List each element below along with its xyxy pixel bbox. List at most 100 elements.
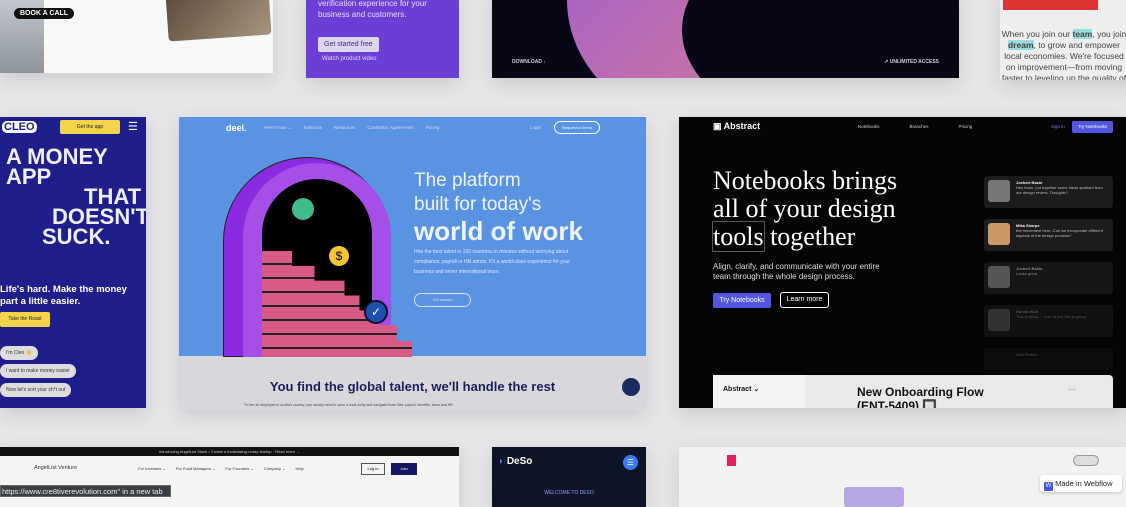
book-call-button[interactable]: BOOK A CALL — [14, 8, 75, 19]
gallery-card-top-left[interactable]: BOOK A CALL — [0, 0, 273, 73]
comment-card: Joel Fisher — [984, 348, 1113, 370]
made-in-webflow-badge[interactable]: W Made in Webflow — [1040, 475, 1122, 492]
text: The platform — [414, 170, 521, 191]
nav-item[interactable]: Resources — [334, 125, 356, 131]
chat-bubble: Now let's sort your sh*t out — [0, 383, 72, 397]
globe-icon — [292, 198, 314, 220]
more-icon[interactable]: ⋯ — [1068, 385, 1076, 394]
nav: Here's how ⌄ Solutions Resources Contractor… — [264, 125, 439, 131]
gallery-card-deel[interactable]: deel. Here's how ⌄ Solutions Resources Cont… — [179, 117, 646, 410]
nav-item[interactable]: Contractor Agreements — [367, 125, 413, 131]
get-started-button[interactable]: Get started — [414, 293, 471, 307]
webflow-icon: W — [1044, 482, 1053, 491]
gallery-card-deso[interactable]: ◗ DeSo ☰ WELCOME TO DESO — [492, 447, 646, 507]
heading-partial — [844, 487, 904, 507]
text: When you join our — [1001, 29, 1073, 39]
chat-bubble: I want to make money easier — [0, 364, 76, 378]
hero-heading: Notebooks brings all of your design tool… — [712, 166, 898, 252]
avatar — [988, 180, 1010, 202]
announcement-banner: Introducing AngelList Stack • Create a f… — [0, 447, 459, 456]
try-notebooks-button[interactable]: Try Notebooks — [713, 293, 771, 308]
nav-item[interactable]: Pricing — [959, 124, 973, 129]
badge-label: Made in Webflow — [1055, 479, 1113, 488]
text: , you join — [1092, 29, 1126, 39]
watch-video-link[interactable]: Watch product video — [322, 56, 376, 62]
description: verification experience for your busines… — [318, 0, 427, 19]
dollar-coin-icon: $ — [329, 246, 349, 266]
nav-item[interactable]: Pricing — [426, 125, 440, 131]
nav: Notebooks Branches Pricing — [858, 124, 972, 129]
comment-card: Mika Sharpe the movement here. Can we inc… — [984, 219, 1113, 251]
welcome-heading: WELCOME TO DESO — [544, 490, 594, 496]
nav-item[interactable]: Here's how ⌄ — [264, 125, 291, 131]
hero-body: Hire the best talent in 150 countries in… — [414, 249, 571, 275]
nav-item[interactable]: Help — [295, 466, 303, 471]
try-notebooks-nav-button[interactable]: Try Notebooks — [1072, 121, 1113, 133]
request-demo-button[interactable]: Request a Demo — [554, 121, 600, 134]
section-body: To hire an employee in another country, … — [244, 403, 453, 407]
comment-text: This is great — love where this is going — [1016, 314, 1086, 319]
download-link[interactable]: DOWNLOAD ↓ — [512, 59, 546, 65]
comment-card: Joebert Bazár Hey team, put together some… — [984, 176, 1113, 208]
comment-card: Joebert Bazár Looks great — [984, 262, 1113, 294]
deel-logo: deel. — [226, 123, 247, 133]
gallery-card-cleo[interactable]: CLEO Get the app ☰ A MONEY APP THAT DOES… — [0, 117, 146, 408]
gallery-card-angellist[interactable]: Introducing AngelList Stack • Create a f… — [0, 447, 459, 507]
text: Notebooks brings — [713, 166, 898, 195]
login-link[interactable]: Login — [530, 125, 541, 130]
hero-heading: The platform built for today's world of … — [414, 169, 583, 245]
login-button[interactable]: Log in — [361, 463, 385, 475]
nav-item[interactable]: For Founders ⌄ — [225, 466, 253, 471]
chat-bubble: I'm Cleo 👋 — [0, 346, 38, 360]
angellist-logo: AngelList Venture — [34, 465, 78, 471]
team-paragraph: When you join our team, you join dream, … — [1000, 29, 1126, 80]
comment-list: Joebert Bazár Hey team, put together some… — [984, 176, 1113, 370]
section-title: You find the global talent, we'll handle… — [269, 379, 556, 394]
photo — [165, 0, 272, 42]
gallery-card-abstract[interactable]: ▣ Abstract Notebooks Branches Pricing Sign… — [679, 117, 1126, 408]
sign-in-link[interactable]: Sign in — [1051, 124, 1065, 129]
subtitle: Life's hard. Make the money part a littl… — [0, 284, 127, 307]
gallery-card-team[interactable]: When you join our team, you join dream, … — [1000, 0, 1126, 80]
deso-logo: ◗ DeSo — [498, 456, 533, 467]
nav-item[interactable]: Branches — [910, 124, 929, 129]
join-button[interactable]: Join — [391, 463, 417, 475]
text: (ENT-5409) 🔲 — [857, 399, 938, 408]
text: DeSo — [506, 456, 533, 467]
toggle-button[interactable] — [1073, 455, 1099, 466]
unlimited-access-link[interactable]: ↗ UNLIMITED ACCESS — [884, 59, 939, 65]
text: all of your design — [713, 194, 896, 223]
nav-item[interactable]: Notebooks — [858, 124, 880, 129]
chat-icon[interactable] — [622, 378, 640, 396]
nav: For Investors ⌄ For Fund Managers ⌄ For Fo… — [138, 466, 304, 471]
menu-icon[interactable]: ☰ — [623, 455, 638, 470]
abstract-logo: ▣ Abstract — [713, 121, 761, 131]
highlight: dream — [1008, 40, 1034, 50]
highlight: team — [1072, 29, 1093, 39]
brand-icon — [727, 455, 736, 466]
get-app-button[interactable]: Get the app — [60, 120, 120, 134]
take-roast-button[interactable]: Take the Roast — [0, 312, 50, 327]
notebook-panel: Abstract ⌄ New Onboarding Flow (ENT-5409)… — [713, 375, 1113, 408]
nav-item[interactable]: For Fund Managers ⌄ — [176, 466, 216, 471]
gallery-card-dark[interactable]: DOWNLOAD ↓ ↗ UNLIMITED ACCESS — [492, 0, 959, 78]
text: New Onboarding Flow — [857, 385, 984, 399]
avatar — [988, 309, 1010, 331]
comment-card: Donna Wolf This is great — love where thi… — [984, 305, 1113, 337]
menu-icon[interactable]: ☰ — [128, 120, 138, 133]
gallery-card-purple[interactable]: verification experience for your busines… — [306, 0, 459, 78]
text: Abstract — [723, 121, 761, 131]
text: SUCK. — [42, 224, 111, 249]
avatar — [988, 223, 1010, 245]
avatar — [988, 266, 1010, 288]
photo — [1003, 0, 1098, 10]
nav-item[interactable]: For Investors ⌄ — [138, 466, 166, 471]
text: together — [770, 222, 856, 251]
comment-text: Hey team, put together some ideas sparke… — [1016, 185, 1103, 195]
get-started-button[interactable]: Get started free — [318, 37, 379, 52]
nav-item[interactable]: Company ⌄ — [264, 466, 286, 471]
nav-item[interactable]: Solutions — [303, 125, 322, 131]
panel-title: New Onboarding Flow (ENT-5409) 🔲 — [857, 385, 984, 408]
panel-logo: Abstract ⌄ — [723, 386, 760, 393]
learn-more-button[interactable]: Learn more — [780, 292, 829, 308]
